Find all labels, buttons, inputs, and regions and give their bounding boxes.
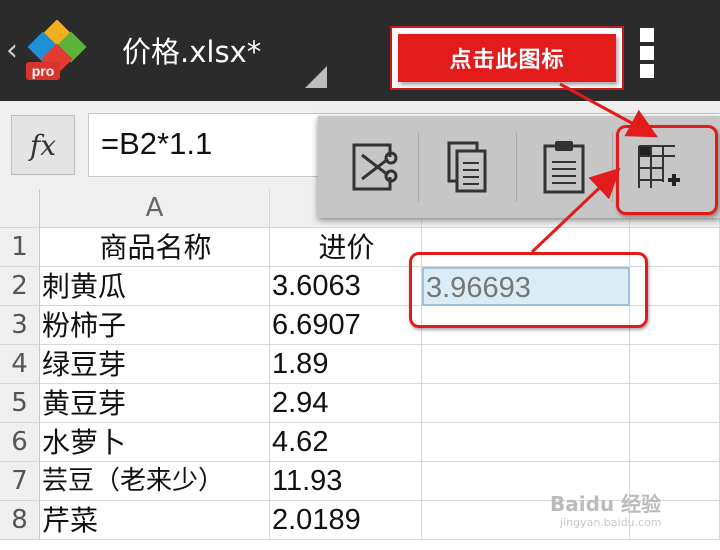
officesuite-logo[interactable]: pro xyxy=(24,20,96,84)
logo-badge: pro xyxy=(32,63,55,79)
cell-b2[interactable]: 3.6063 xyxy=(270,267,422,306)
dropdown-corner-icon[interactable] xyxy=(305,66,327,88)
instruction-callout: 点击此图标 xyxy=(390,26,624,90)
row-header[interactable]: 1 xyxy=(0,228,40,267)
row-header[interactable]: 3 xyxy=(0,306,40,345)
cell-c4[interactable] xyxy=(422,345,630,384)
fx-label: fx xyxy=(29,128,57,162)
fx-button[interactable]: fx xyxy=(11,115,75,175)
cell-b4[interactable]: 1.89 xyxy=(270,345,422,384)
overflow-menu-icon[interactable] xyxy=(640,28,656,80)
cell-a4[interactable]: 绿豆芽 xyxy=(40,345,270,384)
document-title[interactable]: 价格.xlsx* xyxy=(122,34,261,70)
cell-a7[interactable]: 芸豆（老来少） xyxy=(40,462,270,501)
selected-cell-highlight xyxy=(409,252,648,328)
cell-c6[interactable] xyxy=(422,423,630,462)
paste-icon xyxy=(543,141,585,194)
paste-button[interactable] xyxy=(524,126,604,208)
row-header[interactable]: 5 xyxy=(0,384,40,423)
copy-button[interactable] xyxy=(428,126,508,208)
cell-a3[interactable]: 粉柿子 xyxy=(40,306,270,345)
row-header[interactable]: 4 xyxy=(0,345,40,384)
cell-a8[interactable]: 芹菜 xyxy=(40,501,270,540)
cell-b8[interactable]: 2.0189 xyxy=(270,501,422,540)
cell-d5[interactable] xyxy=(630,384,720,423)
cell-b3[interactable]: 6.6907 xyxy=(270,306,422,345)
insert-icon-highlight xyxy=(616,125,718,215)
table-row: 6 水萝卜 4.62 xyxy=(0,423,720,462)
cell-a5[interactable]: 黄豆芽 xyxy=(40,384,270,423)
cut-icon xyxy=(352,143,398,191)
cell-b5[interactable]: 2.94 xyxy=(270,384,422,423)
row-header[interactable]: 6 xyxy=(0,423,40,462)
formula-text: =B2*1.1 xyxy=(101,126,213,161)
watermark-url: jingyan.baidu.com xyxy=(560,516,662,529)
row-header[interactable]: 7 xyxy=(0,462,40,501)
cell-a1[interactable]: 商品名称 xyxy=(40,228,270,267)
row-header[interactable]: 2 xyxy=(0,267,40,306)
row-header[interactable]: 8 xyxy=(0,501,40,540)
cut-button[interactable] xyxy=(334,126,414,208)
cell-d6[interactable] xyxy=(630,423,720,462)
cell-b1[interactable]: 进价 xyxy=(270,228,422,267)
copy-icon xyxy=(447,141,487,193)
corner-cell[interactable] xyxy=(0,189,40,228)
column-header-a[interactable]: A xyxy=(40,189,270,228)
callout-text: 点击此图标 xyxy=(449,48,565,73)
cell-a6[interactable]: 水萝卜 xyxy=(40,423,270,462)
cell-b6[interactable]: 4.62 xyxy=(270,423,422,462)
cell-d4[interactable] xyxy=(630,345,720,384)
cell-b7[interactable]: 11.93 xyxy=(270,462,422,501)
back-chevron-icon[interactable]: ‹ xyxy=(6,36,18,66)
table-row: 5 黄豆芽 2.94 xyxy=(0,384,720,423)
table-row: 4 绿豆芽 1.89 xyxy=(0,345,720,384)
cell-c5[interactable] xyxy=(422,384,630,423)
watermark: Baidu 经验 xyxy=(550,492,662,516)
cell-a2[interactable]: 刺黄瓜 xyxy=(40,267,270,306)
